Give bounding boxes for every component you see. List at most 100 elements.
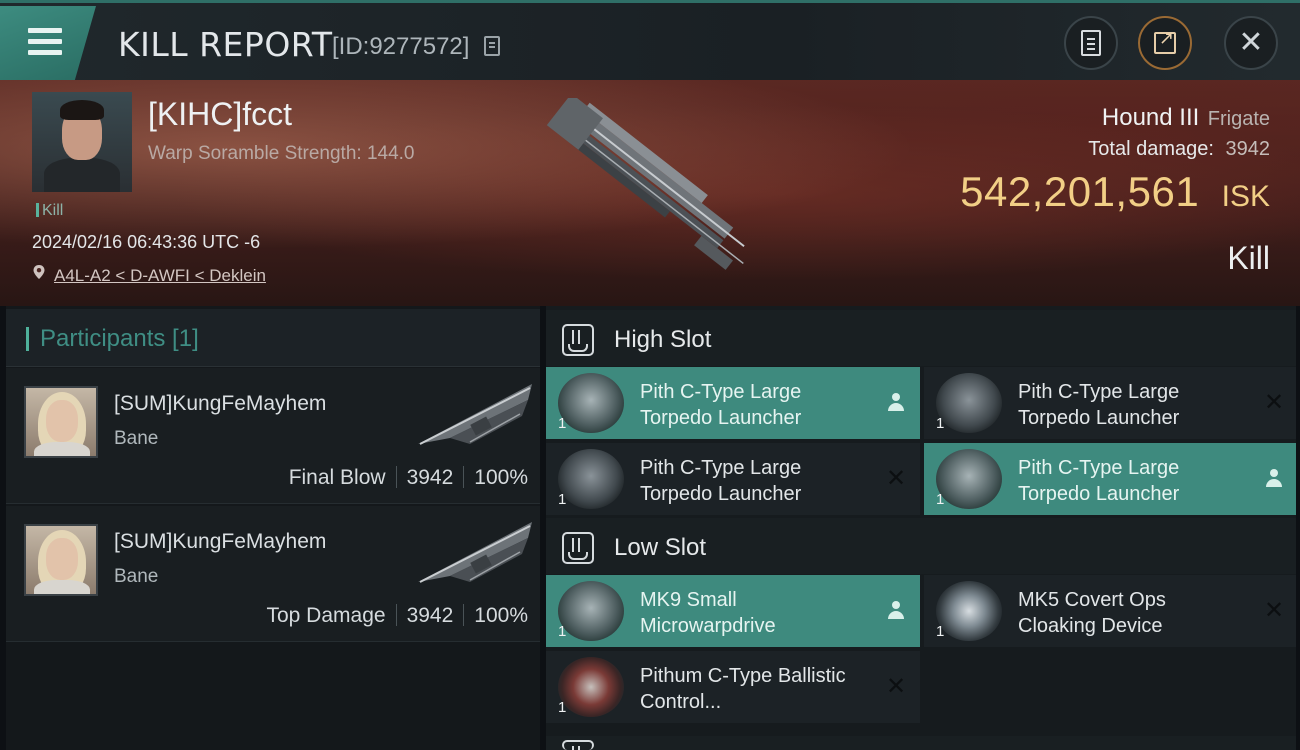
participant-damage: 3942	[406, 604, 454, 627]
portrait-hair	[60, 100, 104, 120]
participant-name: [SUM]KungFeMayhem	[114, 530, 327, 553]
participants-panel: Participants [1] [SUM]KungFeMayhem Bane …	[6, 306, 540, 750]
avatar-body	[34, 442, 90, 456]
isk-amount: 542,201,561	[960, 168, 1200, 215]
report-id: [ID:9277572]	[332, 33, 470, 60]
total-damage-value: 3942	[1225, 138, 1271, 160]
low-slot-header: Low Slot	[546, 518, 1300, 574]
participant-ship: Bane	[114, 428, 159, 449]
ship-type: Hound III Frigate	[1102, 104, 1270, 132]
hamburger-icon-bar	[28, 50, 62, 55]
destroyed-status: ✕	[1264, 596, 1286, 624]
header-bar: KILL REPORT [ID:9277572] ✕	[0, 0, 1300, 80]
module-name: Pith C-Type Large Torpedo Launcher	[640, 381, 802, 429]
module-quantity: 1	[558, 623, 567, 640]
avatar[interactable]	[24, 524, 98, 596]
share-icon	[1154, 28, 1176, 54]
slot-icon	[562, 740, 594, 750]
module-item[interactable]: 1 Pithum C-Type Ballistic Control... ✕	[546, 651, 920, 723]
participant-damage: 3942	[406, 466, 454, 489]
high-slot-title: High Slot	[614, 326, 712, 353]
victim-name[interactable]: [KIHC]fcct	[148, 96, 292, 133]
slot-icon	[562, 532, 594, 564]
participant-ship-icon	[418, 384, 532, 445]
module-quantity: 1	[558, 491, 567, 508]
kill-datetime: 2024/02/16 06:43:36 UTC -6	[32, 232, 261, 252]
close-icon: ✕	[886, 672, 907, 700]
torpedo-launcher-icon	[558, 373, 624, 433]
module-name: MK5 Covert Ops Cloaking Device	[1018, 589, 1166, 637]
module-name: MK9 Small Microwarpdrive	[640, 589, 776, 637]
location-link[interactable]: A4L-A2 < D-AWFI < Deklein	[54, 266, 266, 286]
participant-percent: 100%	[474, 466, 528, 489]
participant-stats: Top Damage 3942 100%	[266, 604, 528, 628]
low-slot-title: Low Slot	[614, 534, 707, 561]
isk-unit: ISK	[1221, 180, 1270, 213]
module-item[interactable]: 1 MK9 Small Microwarpdrive	[546, 575, 920, 647]
module-item[interactable]: 1 Pith C-Type Large Torpedo Launcher	[924, 443, 1298, 515]
dropped-status	[1264, 467, 1286, 489]
cloaking-device-icon	[936, 581, 1002, 641]
participant-stats: Final Blow 3942 100%	[289, 466, 528, 490]
module-item[interactable]: 1 Pith C-Type Large Torpedo Launcher ✕	[546, 443, 920, 515]
total-damage: Total damage: 3942	[1088, 138, 1270, 161]
participants-title: Participants [1]	[40, 325, 199, 352]
victim-avatar[interactable]	[32, 92, 132, 192]
destroyed-status: ✕	[1264, 390, 1286, 414]
fitting-panel: High Slot 1 Pith C-Type Large Torpedo La…	[546, 306, 1300, 750]
menu-button[interactable]	[0, 6, 96, 80]
close-button[interactable]: ✕	[1224, 16, 1278, 70]
ship-render	[546, 98, 745, 270]
participant-percent: 100%	[474, 604, 528, 627]
separator	[463, 604, 465, 626]
close-icon: ✕	[1238, 25, 1264, 60]
participant-role: Final Blow	[288, 466, 386, 489]
module-item[interactable]: 1 Pith C-Type Large Torpedo Launcher ✕	[924, 367, 1298, 439]
dropped-status	[886, 599, 908, 621]
destroyed-status: ✕	[886, 466, 908, 490]
clipboard-icon	[1081, 30, 1101, 56]
module-item[interactable]: 1 Pith C-Type Large Torpedo Launcher	[546, 367, 920, 439]
ship-class: Frigate	[1207, 108, 1270, 130]
avatar[interactable]	[24, 386, 98, 458]
separator	[395, 466, 397, 488]
destroyed-status: ✕	[886, 672, 908, 700]
location-pin-icon	[33, 265, 45, 279]
hamburger-icon	[28, 28, 62, 33]
warp-scramble-strength: Warp Soramble Strength: 144.0	[148, 143, 415, 164]
close-icon: ✕	[1264, 596, 1285, 624]
copy-icon[interactable]	[484, 36, 500, 56]
isk-value: 542,201,561 ISK	[960, 168, 1270, 216]
module-name: Pith C-Type Large Torpedo Launcher	[1018, 457, 1180, 505]
participant-role: Top Damage	[266, 604, 386, 627]
participants-header[interactable]: Participants [1]	[6, 309, 540, 367]
header-accent	[26, 327, 29, 351]
ballistic-control-icon	[558, 657, 624, 717]
participant-ship: Bane	[114, 566, 159, 587]
person-icon	[886, 599, 906, 621]
victim-summary: [KIHC]fcct Warp Soramble Strength: 144.0…	[0, 80, 1300, 306]
torpedo-launcher-icon	[558, 449, 624, 509]
module-quantity: 1	[936, 623, 945, 640]
fitting-button[interactable]	[1064, 16, 1118, 70]
module-name: Pithum C-Type Ballistic Control...	[640, 665, 846, 713]
person-icon	[1264, 467, 1284, 489]
separator	[395, 604, 397, 626]
next-slot-header	[546, 736, 1300, 750]
module-item[interactable]: 1 MK5 Covert Ops Cloaking Device ✕	[924, 575, 1298, 647]
page-title: KILL REPORT	[118, 25, 333, 64]
portrait-body	[44, 158, 120, 192]
share-button[interactable]	[1138, 16, 1192, 70]
participant-row[interactable]: [SUM]KungFeMayhem Bane Top Damage 3942 100…	[6, 506, 540, 642]
tag-marker	[36, 203, 39, 217]
module-quantity: 1	[558, 699, 567, 716]
participant-row[interactable]: [SUM]KungFeMayhem Bane Final Blow 3942 100…	[6, 368, 540, 504]
person-icon	[886, 391, 906, 413]
torpedo-launcher-icon	[936, 449, 1002, 509]
module-quantity: 1	[936, 491, 945, 508]
microwarpdrive-icon	[558, 581, 624, 641]
module-quantity: 1	[936, 415, 945, 432]
ship-name[interactable]: Hound III	[1102, 104, 1199, 131]
module-quantity: 1	[558, 415, 567, 432]
module-name: Pith C-Type Large Torpedo Launcher	[640, 457, 802, 505]
